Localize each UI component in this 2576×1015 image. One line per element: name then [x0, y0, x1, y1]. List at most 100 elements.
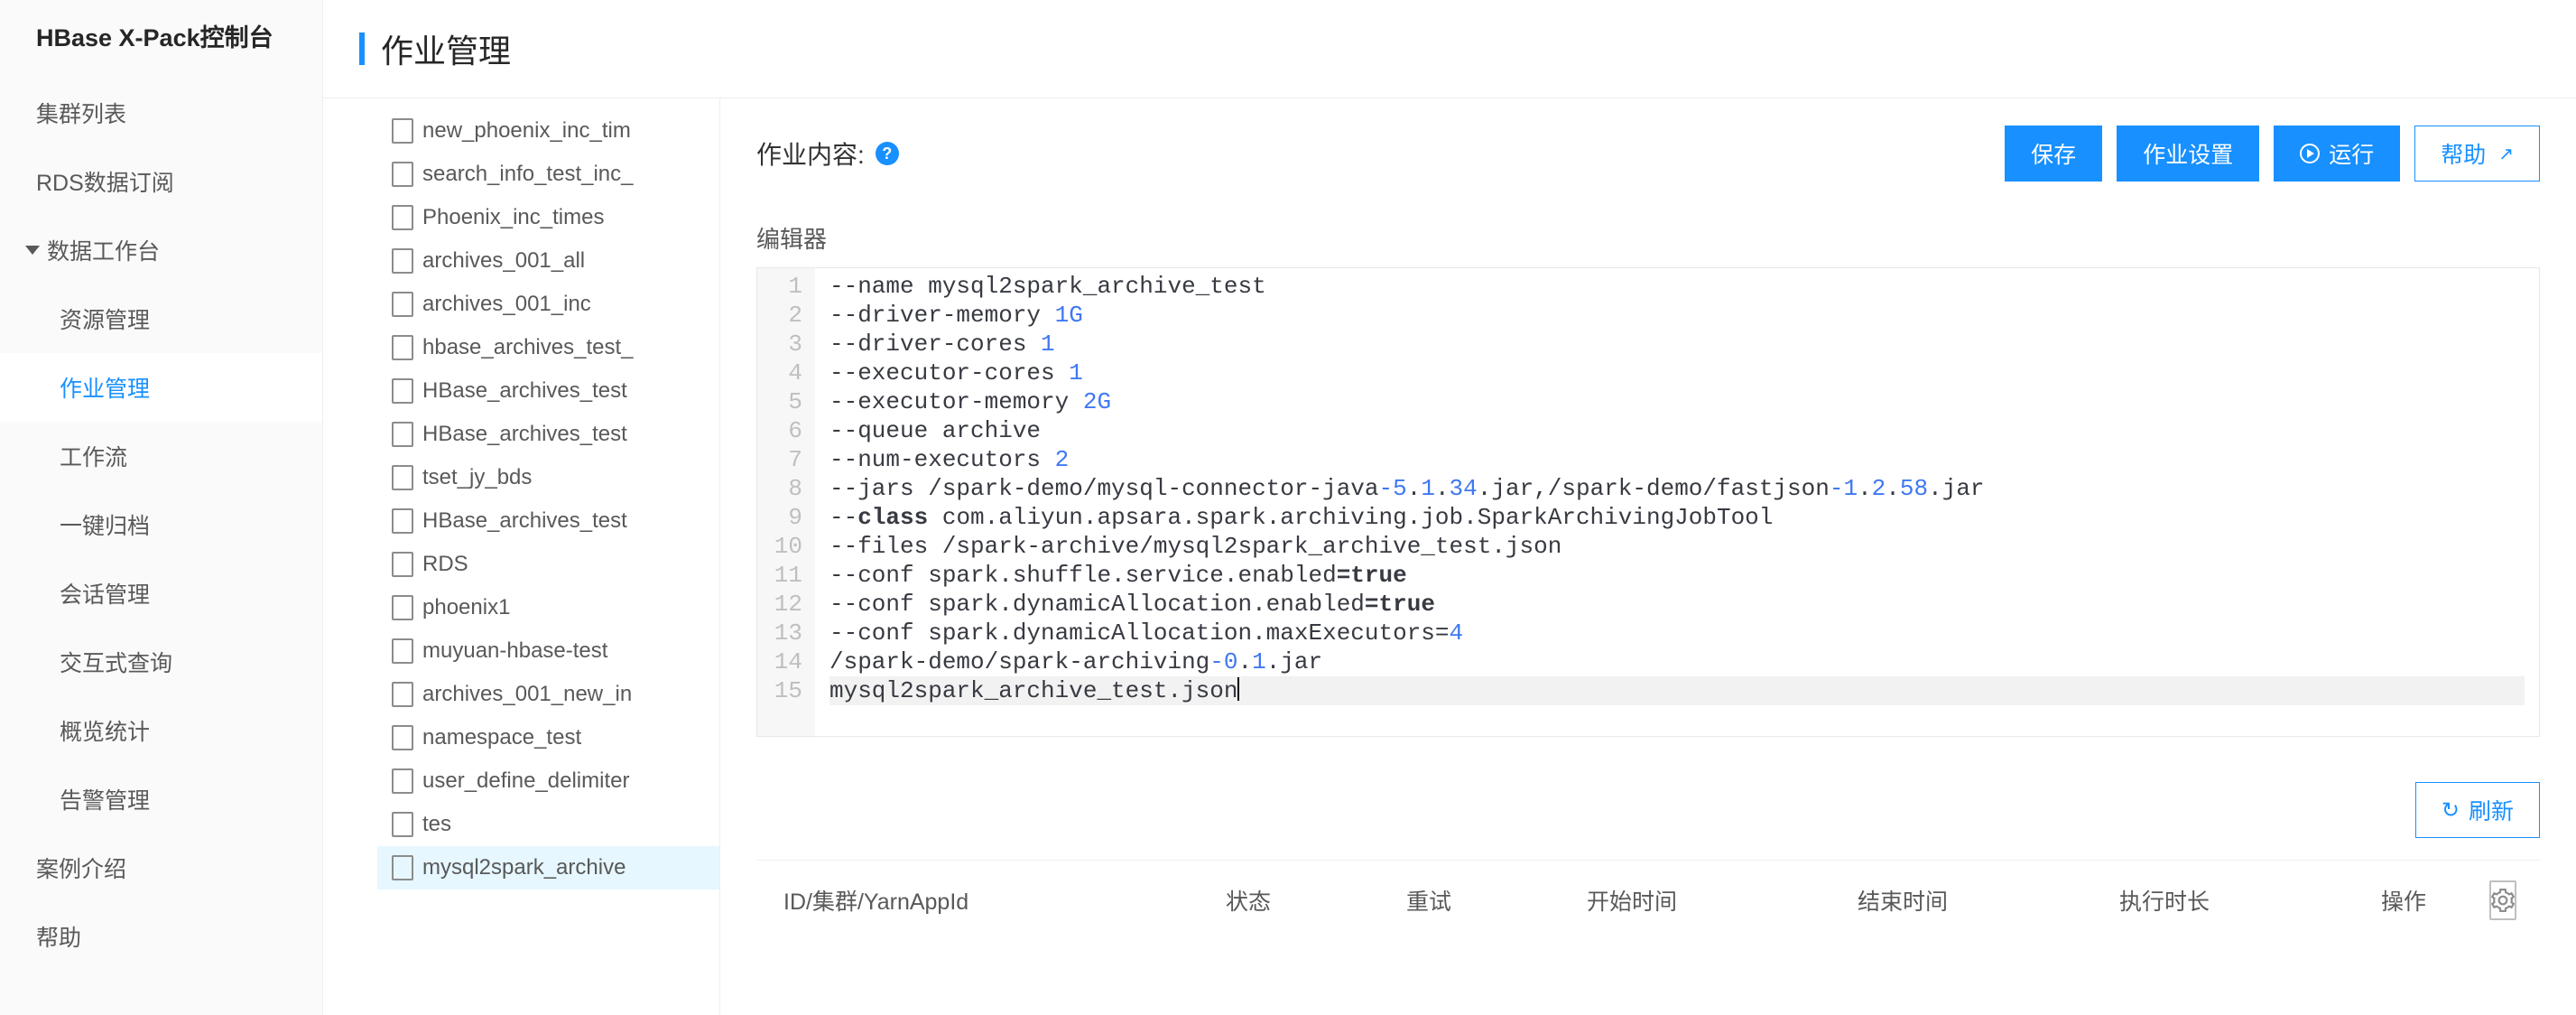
nav-session-mgmt[interactable]: 会话管理	[0, 559, 322, 628]
th-start[interactable]: 开始时间	[1587, 884, 1858, 917]
editor-gutter: 123456789101112131415	[757, 268, 815, 736]
tree-item[interactable]: tset_jy_bds	[377, 456, 719, 499]
tree-item[interactable]: hbase_archives_test_	[377, 326, 719, 369]
file-icon	[392, 768, 413, 794]
file-icon	[392, 162, 413, 187]
th-id[interactable]: ID/集群/YarnAppId	[783, 884, 1226, 917]
file-icon	[392, 465, 413, 490]
caret-down-icon	[25, 246, 40, 255]
tree-item[interactable]: archives_001_all	[377, 239, 719, 283]
header-accent	[359, 33, 365, 65]
nav-workflow[interactable]: 工作流	[0, 422, 322, 490]
th-end[interactable]: 结束时间	[1858, 884, 2119, 917]
file-icon	[392, 682, 413, 707]
file-icon	[392, 378, 413, 404]
tree-item-label: hbase_archives_test_	[422, 335, 633, 360]
play-icon	[2300, 144, 2320, 163]
tree-item[interactable]: HBase_archives_test	[377, 369, 719, 413]
nav-alert-mgmt[interactable]: 告警管理	[0, 765, 322, 833]
nav-cases[interactable]: 案例介绍	[0, 833, 322, 902]
help-button[interactable]: 帮助	[2414, 126, 2540, 182]
tree-item[interactable]: tes	[377, 803, 719, 846]
tree-item-label: tset_jy_bds	[422, 465, 532, 490]
tree-item[interactable]: HBase_archives_test	[377, 413, 719, 456]
tree-item[interactable]: archives_001_new_in	[377, 673, 719, 716]
editor-title: 编辑器	[756, 209, 2540, 267]
code-line[interactable]: --jars /spark-demo/mysql-connector-java-…	[829, 474, 2525, 503]
code-line[interactable]: --executor-cores 1	[829, 359, 2525, 387]
run-history-table-header: ID/集群/YarnAppId 状态 重试 开始时间 结束时间 执行时长 操作	[756, 860, 2540, 940]
file-icon	[392, 552, 413, 577]
tree-item-label: search_info_test_inc_	[422, 162, 633, 187]
tree-item-label: mysql2spark_archive	[422, 855, 625, 880]
th-ops[interactable]: 操作	[2381, 884, 2489, 917]
nav-archive[interactable]: 一键归档	[0, 490, 322, 559]
code-line[interactable]: --class com.aliyun.apsara.spark.archivin…	[829, 503, 2525, 532]
nav-cluster-list[interactable]: 集群列表	[0, 79, 322, 147]
th-duration[interactable]: 执行时长	[2119, 884, 2381, 917]
tree-item-label: namespace_test	[422, 725, 581, 750]
tree-item-label: archives_001_all	[422, 248, 585, 274]
code-line[interactable]: /spark-demo/spark-archiving-0.1.jar	[829, 647, 2525, 676]
workarea: 作业内容: ? 保存 作业设置 运行 帮助	[720, 98, 2576, 1015]
file-icon	[392, 118, 413, 144]
code-line[interactable]: --files /spark-archive/mysql2spark_archi…	[829, 532, 2525, 561]
tree-item[interactable]: namespace_test	[377, 716, 719, 759]
run-button-label: 运行	[2329, 137, 2374, 170]
tree-item-label: HBase_archives_test	[422, 508, 627, 534]
code-line[interactable]: --conf spark.dynamicAllocation.enabled=t…	[829, 590, 2525, 619]
file-icon	[392, 812, 413, 837]
page-title: 作业管理	[381, 25, 511, 72]
help-button-label: 帮助	[2441, 137, 2486, 170]
tree-item-label: muyuan-hbase-test	[422, 638, 607, 664]
run-button[interactable]: 运行	[2274, 126, 2400, 182]
nav-data-workbench[interactable]: 数据工作台	[0, 216, 322, 284]
th-state[interactable]: 状态	[1226, 884, 1406, 917]
code-line[interactable]: --name mysql2spark_archive_test	[829, 272, 2525, 301]
tree-item[interactable]: archives_001_inc	[377, 283, 719, 326]
tree-item[interactable]: RDS	[377, 543, 719, 586]
job-content-label: 作业内容:	[756, 135, 865, 172]
tree-item-label: new_phoenix_inc_tim	[422, 118, 631, 144]
nav-job-mgmt[interactable]: 作业管理	[0, 353, 322, 422]
nav-overview-stats[interactable]: 概览统计	[0, 696, 322, 765]
tree-item-label: HBase_archives_test	[422, 422, 627, 447]
code-line[interactable]: --executor-memory 2G	[829, 387, 2525, 416]
brand-title: HBase X-Pack控制台	[0, 18, 322, 79]
tree-item[interactable]: search_info_test_inc_	[377, 153, 719, 196]
nav-help[interactable]: 帮助	[0, 902, 322, 971]
code-editor[interactable]: 123456789101112131415 --name mysql2spark…	[756, 267, 2540, 737]
tree-item[interactable]: phoenix1	[377, 586, 719, 629]
code-line[interactable]: mysql2spark_archive_test.json	[829, 676, 2525, 705]
code-line[interactable]: --driver-memory 1G	[829, 301, 2525, 330]
tree-item[interactable]: Phoenix_inc_times	[377, 196, 719, 239]
info-icon[interactable]: ?	[876, 142, 899, 165]
sidebar: HBase X-Pack控制台 集群列表 RDS数据订阅 数据工作台 资源管理 …	[0, 0, 323, 1015]
nav-interactive-query[interactable]: 交互式查询	[0, 628, 322, 696]
code-line[interactable]: --driver-cores 1	[829, 330, 2525, 359]
refresh-button[interactable]: 刷新	[2415, 782, 2540, 838]
file-icon	[392, 248, 413, 274]
tree-item[interactable]: HBase_archives_test	[377, 499, 719, 543]
file-icon	[392, 508, 413, 534]
nav-resource-mgmt[interactable]: 资源管理	[0, 284, 322, 353]
refresh-button-label: 刷新	[2469, 794, 2514, 826]
table-settings-button[interactable]	[2489, 880, 2516, 920]
tree-item[interactable]: new_phoenix_inc_tim	[377, 109, 719, 153]
nav-rds-subscribe[interactable]: RDS数据订阅	[0, 147, 322, 216]
code-line[interactable]: --queue archive	[829, 416, 2525, 445]
file-icon	[392, 292, 413, 317]
save-button[interactable]: 保存	[2005, 126, 2102, 182]
code-line[interactable]: --conf spark.shuffle.service.enabled=tru…	[829, 561, 2525, 590]
code-line[interactable]: --num-executors 2	[829, 445, 2525, 474]
file-icon	[392, 335, 413, 360]
job-settings-button[interactable]: 作业设置	[2117, 126, 2259, 182]
code-line[interactable]: --conf spark.dynamicAllocation.maxExecut…	[829, 619, 2525, 647]
editor-code[interactable]: --name mysql2spark_archive_test--driver-…	[815, 268, 2539, 736]
tree-item-label: Phoenix_inc_times	[422, 205, 604, 230]
tree-item-label: archives_001_new_in	[422, 682, 632, 707]
tree-item[interactable]: user_define_delimiter	[377, 759, 719, 803]
th-retry[interactable]: 重试	[1406, 884, 1587, 917]
tree-item[interactable]: mysql2spark_archive	[377, 846, 719, 889]
tree-item[interactable]: muyuan-hbase-test	[377, 629, 719, 673]
